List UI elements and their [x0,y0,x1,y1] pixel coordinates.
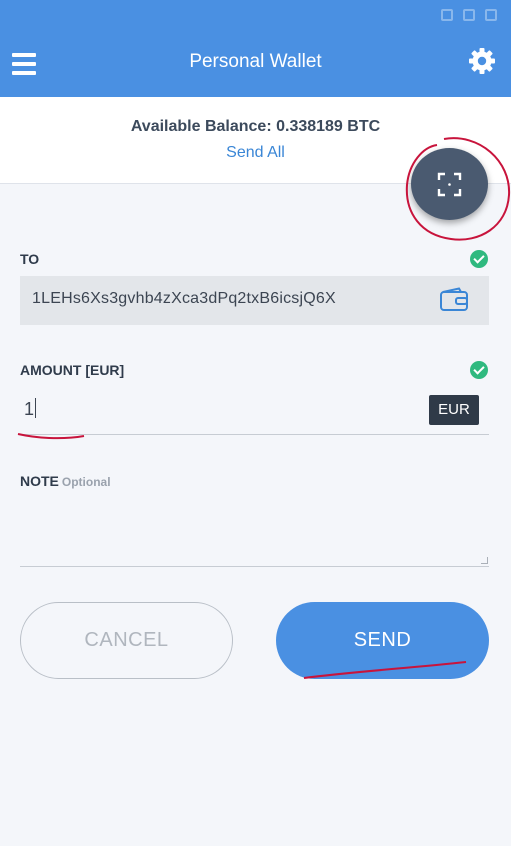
send-all-link[interactable]: Send All [226,144,285,162]
to-address-value: 1LEHs6Xs3gvhb4zXca3dPq2txB6icsjQ6X [32,290,336,307]
to-address-field[interactable]: 1LEHs6Xs3gvhb4zXca3dPq2txB6icsjQ6X [20,276,489,325]
to-valid-check-icon [470,250,488,268]
qr-scan-button[interactable] [411,148,488,220]
app-header: Personal Wallet [0,34,511,97]
amount-value-text: 1 [24,399,35,419]
note-label: NOTE Optional [20,473,111,489]
qr-scan-icon [437,172,462,197]
send-button[interactable]: SEND [276,602,489,679]
amount-input[interactable]: 1 EUR [20,389,489,435]
resize-grip-icon[interactable] [481,557,488,564]
status-bar [0,0,511,34]
cancel-button[interactable]: CANCEL [20,602,233,679]
note-optional-hint: Optional [61,475,111,489]
settings-icon[interactable] [467,46,497,76]
to-label: TO [20,251,40,267]
amount-value: 1 [24,398,37,420]
available-balance: Available Balance: 0.338189 BTC [130,118,381,135]
amount-valid-check-icon [470,361,488,379]
status-icons [441,9,497,21]
text-cursor [35,398,37,418]
currency-toggle-button[interactable]: EUR [429,395,479,425]
page-title: Personal Wallet [189,51,322,72]
wallet-icon[interactable] [439,287,469,313]
note-textarea[interactable] [20,497,489,567]
note-label-text: NOTE [20,473,59,489]
amount-label: AMOUNT [EUR] [20,362,125,378]
